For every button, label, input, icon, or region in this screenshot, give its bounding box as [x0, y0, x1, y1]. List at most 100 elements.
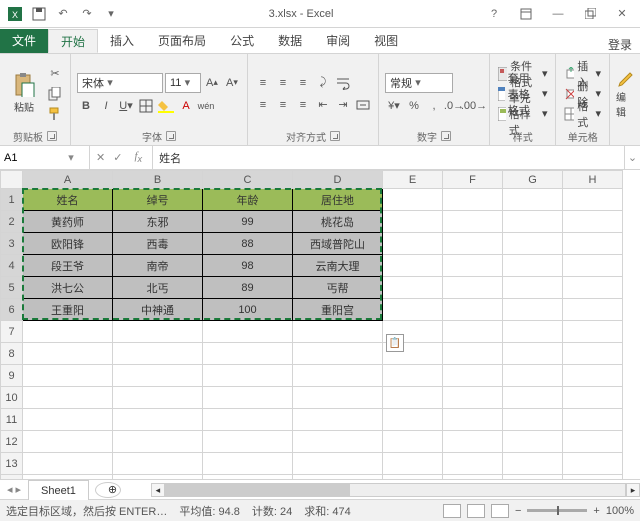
cell-G6[interactable]: [503, 299, 563, 321]
col-header-A[interactable]: A: [23, 171, 113, 189]
cell-H1[interactable]: [563, 189, 623, 211]
phonetic-icon[interactable]: wén: [197, 97, 215, 115]
increase-font-icon[interactable]: A▴: [203, 74, 221, 92]
cell-G9[interactable]: [503, 365, 563, 387]
cell-B11[interactable]: [113, 409, 203, 431]
row-header-4[interactable]: 4: [1, 255, 23, 277]
cell-F10[interactable]: [443, 387, 503, 409]
decrease-decimal-icon[interactable]: .00→: [465, 97, 483, 115]
cell-H11[interactable]: [563, 409, 623, 431]
clipboard-launcher[interactable]: [47, 131, 57, 141]
cell-A9[interactable]: [23, 365, 113, 387]
minimize-icon[interactable]: —: [544, 3, 572, 25]
decrease-font-icon[interactable]: A▾: [223, 74, 241, 92]
cell-A11[interactable]: [23, 409, 113, 431]
align-top-icon[interactable]: ≡: [254, 74, 272, 92]
border-icon[interactable]: [137, 97, 155, 115]
format-painter-icon[interactable]: [46, 105, 64, 123]
paste-options-icon[interactable]: 📋: [386, 334, 404, 352]
tab-home[interactable]: 开始: [48, 29, 98, 53]
cell-A10[interactable]: [23, 387, 113, 409]
cell-B7[interactable]: [113, 321, 203, 343]
cell-B14[interactable]: [113, 475, 203, 480]
cell-E13[interactable]: [383, 453, 443, 475]
zoom-slider[interactable]: [527, 509, 587, 512]
login-link[interactable]: 登录: [608, 36, 640, 53]
cell-C9[interactable]: [203, 365, 293, 387]
align-bottom-icon[interactable]: ≡: [294, 74, 312, 92]
cell-H8[interactable]: [563, 343, 623, 365]
cell-F5[interactable]: [443, 277, 503, 299]
save-icon[interactable]: [28, 3, 50, 25]
cell-E11[interactable]: [383, 409, 443, 431]
cell-A12[interactable]: [23, 431, 113, 453]
tab-view[interactable]: 视图: [362, 29, 410, 53]
cell-A3[interactable]: 欧阳锋: [23, 233, 113, 255]
cell-F11[interactable]: [443, 409, 503, 431]
cell-B10[interactable]: [113, 387, 203, 409]
cell-B13[interactable]: [113, 453, 203, 475]
cell-F4[interactable]: [443, 255, 503, 277]
wrap-text-icon[interactable]: [334, 74, 352, 92]
cell-G12[interactable]: [503, 431, 563, 453]
cell-D7[interactable]: [293, 321, 383, 343]
help-icon[interactable]: ?: [480, 3, 508, 25]
close-icon[interactable]: ✕: [608, 3, 636, 25]
restore-icon[interactable]: [576, 3, 604, 25]
orientation-icon[interactable]: ⤸: [314, 74, 332, 92]
number-format-combo[interactable]: 常规▾: [385, 73, 453, 93]
cell-H3[interactable]: [563, 233, 623, 255]
cut-icon[interactable]: ✂: [46, 65, 64, 83]
font-color-icon[interactable]: A: [177, 97, 195, 115]
italic-icon[interactable]: I: [97, 97, 115, 115]
row-header-6[interactable]: 6: [1, 299, 23, 321]
cell-F13[interactable]: [443, 453, 503, 475]
cell-E9[interactable]: [383, 365, 443, 387]
cell-G5[interactable]: [503, 277, 563, 299]
cell-G2[interactable]: [503, 211, 563, 233]
expand-formula-bar-icon[interactable]: ⌄: [624, 146, 640, 169]
page-layout-view-icon[interactable]: [467, 504, 485, 518]
cell-B3[interactable]: 西毒: [113, 233, 203, 255]
cell-H14[interactable]: [563, 475, 623, 480]
redo-icon[interactable]: ↷: [76, 3, 98, 25]
cell-G14[interactable]: [503, 475, 563, 480]
name-box[interactable]: ▾: [0, 146, 90, 169]
col-header-E[interactable]: E: [383, 171, 443, 189]
cell-B8[interactable]: [113, 343, 203, 365]
cell-C10[interactable]: [203, 387, 293, 409]
cell-D13[interactable]: [293, 453, 383, 475]
align-center-icon[interactable]: ≡: [274, 96, 292, 114]
cell-G13[interactable]: [503, 453, 563, 475]
cell-E10[interactable]: [383, 387, 443, 409]
percent-icon[interactable]: %: [405, 97, 423, 115]
cell-E4[interactable]: [383, 255, 443, 277]
row-header-14[interactable]: 14: [1, 475, 23, 480]
add-sheet-icon[interactable]: ⊕: [95, 482, 121, 498]
tab-review[interactable]: 审阅: [314, 29, 362, 53]
cell-F12[interactable]: [443, 431, 503, 453]
cell-D10[interactable]: [293, 387, 383, 409]
excel-icon[interactable]: X: [4, 3, 26, 25]
increase-indent-icon[interactable]: ⇥: [334, 96, 352, 114]
cell-A13[interactable]: [23, 453, 113, 475]
col-header-G[interactable]: G: [503, 171, 563, 189]
cell-B5[interactable]: 北丐: [113, 277, 203, 299]
cell-C13[interactable]: [203, 453, 293, 475]
cell-A4[interactable]: 段王爷: [23, 255, 113, 277]
zoom-out-icon[interactable]: −: [515, 505, 521, 517]
cell-C12[interactable]: [203, 431, 293, 453]
font-size-combo[interactable]: 11▾: [165, 73, 201, 93]
cell-D11[interactable]: [293, 409, 383, 431]
cell-A8[interactable]: [23, 343, 113, 365]
align-middle-icon[interactable]: ≡: [274, 74, 292, 92]
row-header-12[interactable]: 12: [1, 431, 23, 453]
cell-C4[interactable]: 98: [203, 255, 293, 277]
cell-E3[interactable]: [383, 233, 443, 255]
zoom-level[interactable]: 100%: [606, 505, 634, 517]
cell-C11[interactable]: [203, 409, 293, 431]
cell-B1[interactable]: 绰号: [113, 189, 203, 211]
cell-C2[interactable]: 99: [203, 211, 293, 233]
tab-data[interactable]: 数据: [266, 29, 314, 53]
row-header-3[interactable]: 3: [1, 233, 23, 255]
